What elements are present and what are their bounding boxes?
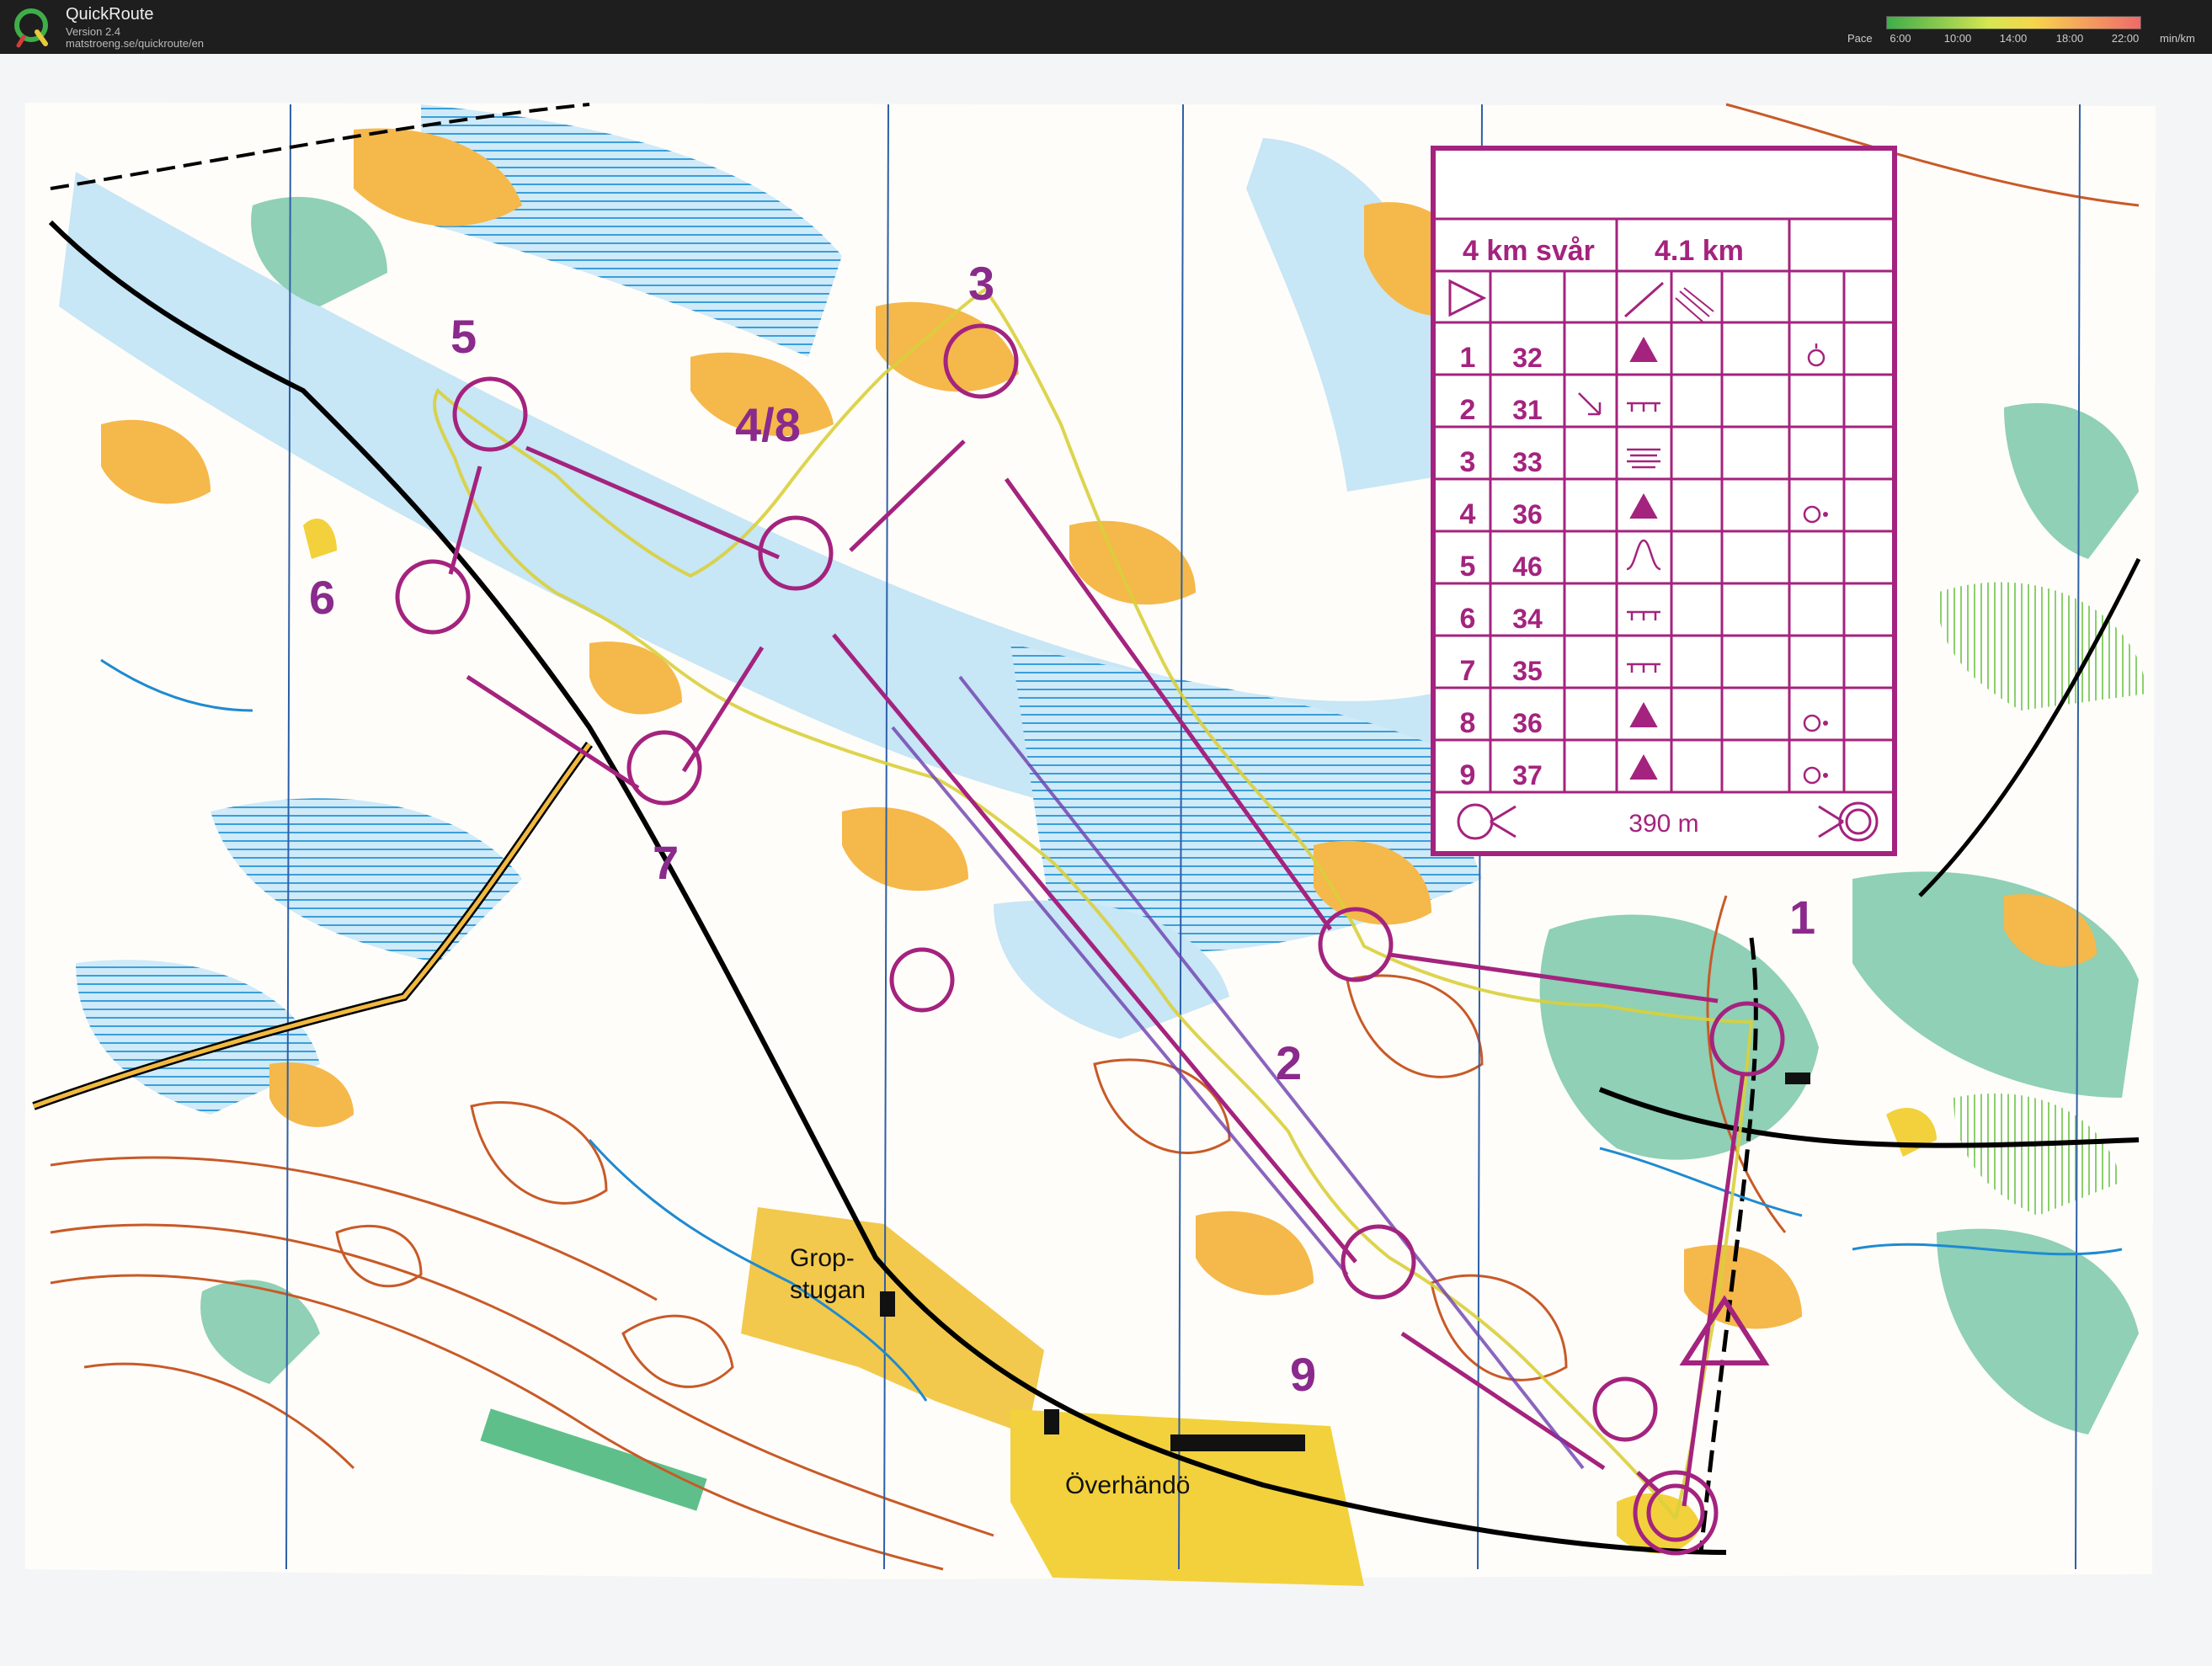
pace-tick: 18:00: [2055, 32, 2084, 45]
place-name-gropstugan: Grop-: [790, 1244, 855, 1272]
card-title: 4 km svår: [1463, 235, 1595, 267]
cliff-icon: [1627, 663, 1660, 673]
control-number: 6: [1460, 603, 1476, 635]
control-label-5: 5: [450, 310, 477, 363]
app-url[interactable]: matstroeng.se/quickroute/en: [66, 37, 204, 50]
app-header: QuickRoute Version 2.4 matstroeng.se/qui…: [0, 0, 2212, 54]
control-number: 1: [1460, 342, 1476, 374]
pace-legend-unit: min/km: [2160, 32, 2195, 45]
control-number: 9: [1460, 759, 1476, 791]
control-number: 4: [1460, 498, 1476, 530]
pace-tick: 14:00: [1999, 32, 2028, 45]
pace-tick: 6:00: [1890, 32, 1911, 45]
quickroute-logo-icon: [14, 8, 48, 48]
control-number: 7: [1460, 655, 1476, 687]
control-number: 3: [1460, 446, 1476, 478]
card-length: 4.1 km: [1655, 235, 1744, 267]
control-label-2: 2: [1276, 1036, 1302, 1089]
pace-tick: 22:00: [2111, 32, 2140, 45]
control-label-4-8: 4/8: [735, 398, 801, 451]
place-name-overhando: Överhändö: [1065, 1472, 1190, 1499]
control-number: 8: [1460, 707, 1476, 739]
control-description-card: 4 km svår 4.1 km 1 32 2 31 3 33 4 36 5 4…: [1431, 146, 1897, 856]
control-number: 5: [1460, 551, 1476, 583]
control-code: 32: [1512, 343, 1543, 373]
cliff-icon: [1627, 402, 1660, 412]
control-label-7: 7: [653, 836, 679, 889]
control-code: 34: [1512, 604, 1543, 634]
control-label-9: 9: [1290, 1348, 1316, 1401]
pace-color-scale: [1886, 16, 2141, 29]
cliff-icon: [1627, 610, 1660, 620]
control-label-1: 1: [1789, 891, 1815, 944]
control-code: 37: [1512, 760, 1543, 790]
control-code: 36: [1512, 499, 1543, 530]
app-version: Version 2.4: [66, 25, 121, 38]
finish-distance: 390 m: [1628, 810, 1698, 838]
pace-legend-label: Pace: [1847, 32, 1873, 45]
place-name-gropstugan: stugan: [790, 1276, 866, 1304]
control-code: 36: [1512, 708, 1543, 738]
control-label-6: 6: [309, 571, 335, 624]
control-code: 46: [1512, 551, 1543, 582]
app-name: QuickRoute: [66, 5, 154, 24]
control-code: 31: [1512, 395, 1543, 425]
control-label-3: 3: [968, 257, 994, 310]
control-code: 33: [1512, 447, 1543, 477]
control-code: 35: [1512, 656, 1543, 686]
control-number: 2: [1460, 394, 1476, 426]
pace-tick: 10:00: [1943, 32, 1972, 45]
orienteering-map[interactable]: 1 2 3 4/8 5 6 7 9 Grop- stugan Överhändö: [0, 54, 2212, 1666]
